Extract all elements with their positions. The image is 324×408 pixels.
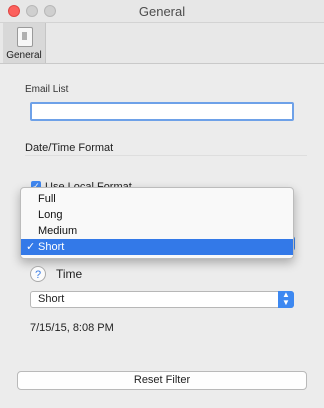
date-time-preview: 7/15/15, 8:08 PM	[30, 322, 114, 334]
section-divider	[25, 155, 307, 156]
chevron-up-down-icon: ▲ ▼	[278, 291, 294, 308]
menu-item-medium[interactable]: Medium	[21, 223, 293, 239]
date-time-format-title: Date/Time Format	[25, 142, 114, 154]
time-format-value: Short	[38, 293, 65, 305]
menu-item-label: Full	[38, 193, 56, 205]
toolbar-item-label: General	[6, 50, 42, 61]
switch-icon	[17, 27, 33, 47]
checkmark-icon: ✓	[26, 241, 36, 253]
menu-item-label: Long	[38, 209, 63, 221]
time-label: Time	[56, 267, 83, 281]
toolbar-item-general[interactable]: General	[3, 23, 46, 63]
preferences-toolbar: General	[0, 23, 324, 64]
menu-item-label: Short	[38, 241, 65, 253]
window-title: General	[138, 4, 186, 19]
reset-filter-button[interactable]: Reset Filter	[17, 371, 307, 390]
help-button[interactable]: ?	[30, 266, 46, 282]
date-format-menu: Full Long Medium ✓ Short	[20, 187, 294, 259]
menu-item-label: Medium	[38, 225, 78, 237]
email-list-label: Email List	[25, 84, 69, 95]
email-list-input[interactable]	[30, 102, 294, 121]
menu-item-short[interactable]: ✓ Short	[21, 239, 293, 255]
preferences-window: General General Email List Date/Time For…	[0, 0, 324, 408]
time-format-select[interactable]: Short ▲ ▼	[30, 291, 294, 308]
menu-item-full[interactable]: Full	[21, 191, 293, 207]
title-bar: General	[0, 0, 324, 23]
menu-item-long[interactable]: Long	[21, 207, 293, 223]
